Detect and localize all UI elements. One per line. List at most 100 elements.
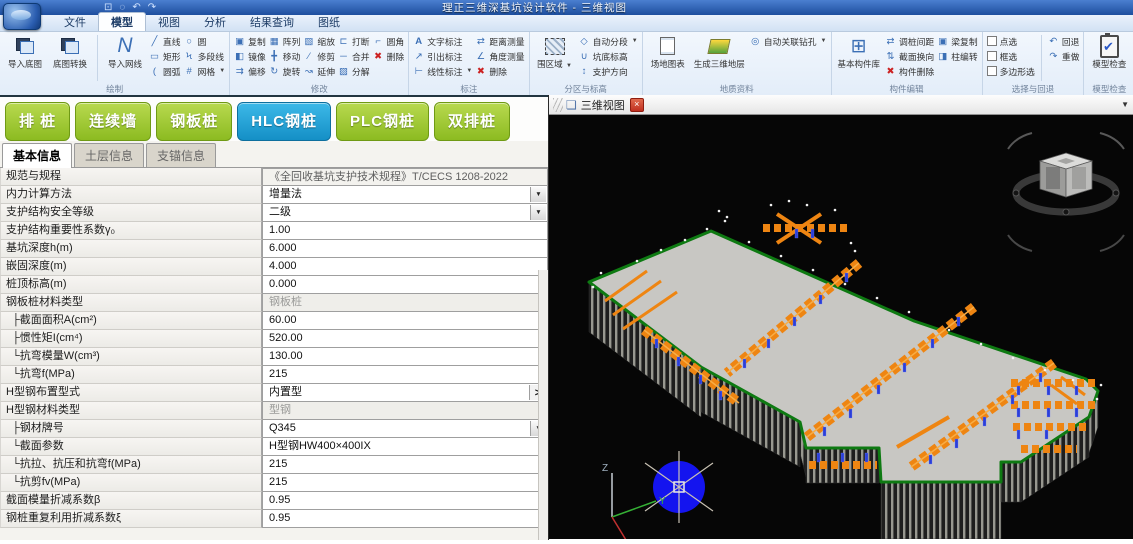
explode-button[interactable]: ▨分解 [338,64,370,78]
app-logo-icon[interactable] [3,3,41,30]
section-area-field[interactable]: 60.00 [262,311,548,330]
calc-method-select[interactable]: 增量法▼ [262,185,548,204]
column-edit-button[interactable]: ◨柱编转 [937,49,977,63]
site-chart-button[interactable]: 场地图表 [647,33,689,71]
auto-segment-button[interactable]: ◇自动分段▼ [579,34,638,48]
array-button[interactable]: ▦阵列 [269,34,301,48]
table-row: ├钢材牌号 Q345▼ [0,420,548,438]
delete-button[interactable]: ✖删除 [373,49,405,63]
annotation-delete-button[interactable]: ✖删除 [475,64,524,78]
origin-marker[interactable] [645,451,713,523]
3d-scene[interactable]: Z Y [549,115,1133,539]
section-reverse-button[interactable]: ⇅截面换向 [885,49,934,63]
tab-hlc-steel-pile[interactable]: HLC钢桩 [237,102,331,141]
auto-link-borehole-icon: ◎ [750,36,761,47]
reuse-reduction-field[interactable]: 0.95 [262,509,548,528]
trim-button[interactable]: ∕修剪 [303,49,335,63]
pit-bottom-elevation-button[interactable]: ∪坑底标高 [579,49,638,63]
menu-view[interactable]: 视图 [146,13,192,31]
redo-icon[interactable]: ↷ [148,2,156,13]
view-doc-icon: ❏ [566,98,577,112]
inertia-moment-field[interactable]: 520.00 [262,329,548,348]
viewport-3d[interactable]: Z Y [549,115,1133,539]
linear-dimension-button[interactable]: ⊢线性标注▼ [413,64,472,78]
polyline-button[interactable]: Ϟ多段线 [184,49,226,63]
menu-file[interactable]: 文件 [52,13,98,31]
pile-spacing-button[interactable]: ⇄调桩间距 [885,34,934,48]
enclose-region-button[interactable]: 围区域 ▼ [534,33,576,71]
line-button[interactable]: ╱直线 [149,34,181,48]
grid-button[interactable]: #网格▼ [184,64,226,78]
break-button[interactable]: ⊏打断 [338,34,370,48]
angle-measure-icon: ∠ [475,51,486,62]
shear-strength-field[interactable]: 215 [262,473,548,492]
import-basemap-button[interactable]: 导入底图 [4,33,46,71]
angle-measure-button[interactable]: ∠角度测量 [475,49,524,63]
bending-strength-field[interactable]: 215 [262,365,548,384]
extend-button[interactable]: ↝延伸 [303,64,335,78]
importance-factor-field[interactable]: 1.00 [262,221,548,240]
member-delete-button[interactable]: ✖构件删除 [885,64,934,78]
tab-sheet-pile[interactable]: 钢板桩 [156,102,232,141]
copy-button[interactable]: ▣复制 [234,34,266,48]
dropdown-arrow-icon[interactable]: ▼ [530,187,546,202]
box-select-checkbox[interactable]: 框选 [987,49,1035,63]
pile-top-elevation-field[interactable]: 0.000 [262,275,548,294]
fillet-button[interactable]: ⌐圆角 [373,34,405,48]
component-library-button[interactable]: ⊞ 基本构件库 [836,33,883,71]
pit-depth-field[interactable]: 6.000 [262,239,548,258]
polygon-select-checkbox[interactable]: 多边形选 [987,64,1035,78]
offset-button[interactable]: ⇉偏移 [234,64,266,78]
auto-link-borehole-button[interactable]: ◎自动关联钻孔▼ [750,34,827,48]
convert-basemap-button[interactable]: 底图转换 [49,33,91,71]
generate-3d-strata-button[interactable]: 生成三维地层 [692,33,747,71]
scale-button[interactable]: ▧缩放 [303,34,335,48]
support-direction-button[interactable]: ↕支护方向 [579,64,638,78]
model-check-button[interactable]: 模型检查 [1088,33,1130,71]
steel-grade-select[interactable]: Q345▼ [262,419,548,438]
fillet-icon: ⌐ [373,36,384,47]
embed-depth-field[interactable]: 4.000 [262,257,548,276]
dropdown-arrow-icon[interactable]: ▼ [530,205,546,220]
view-cube[interactable] [1008,133,1124,251]
tab-diaphragm-wall[interactable]: 连续墙 [75,102,151,141]
modulus-reduction-field[interactable]: 0.95 [262,491,548,510]
tab-row-pile[interactable]: 排 桩 [5,102,70,141]
tab-double-row-pile[interactable]: 双排桩 [434,102,510,141]
beam-copy-button[interactable]: ▣梁复制 [937,34,977,48]
close-icon[interactable]: × [630,98,644,112]
tab-soil-info[interactable]: 土层信息 [74,143,144,167]
tab-anchor-info[interactable]: 支锚信息 [146,143,216,167]
mirror-button[interactable]: ◧镜像 [234,49,266,63]
menu-drawings[interactable]: 图纸 [306,13,352,31]
rectangle-button[interactable]: ▭矩形 [149,49,181,63]
circle-button[interactable]: ○圆 [184,34,226,48]
tensile-strength-field[interactable]: 215 [262,455,548,474]
menu-model[interactable]: 模型 [98,12,146,31]
leader-annotation-button[interactable]: ↗引出标注 [413,49,472,63]
tab-plc-steel-pile[interactable]: PLC钢桩 [336,102,429,141]
move-button[interactable]: ╋移动 [269,49,301,63]
undo-step-button[interactable]: ↶回退 [1048,34,1080,48]
menu-analysis[interactable]: 分析 [192,13,238,31]
section-params-field[interactable]: H型钢HW400×400IX [262,437,548,456]
safety-grade-select[interactable]: 二级▼ [262,203,548,222]
h-steel-layout-field[interactable]: 内置型> [262,383,548,402]
import-basemap-icon [16,34,34,58]
text-annotation-button[interactable]: A文字标注 [413,34,472,48]
rotate-button[interactable]: ↻旋转 [269,64,301,78]
table-scrollbar[interactable] [538,270,548,540]
join-button[interactable]: ─合并 [338,49,370,63]
viewport-tab-label[interactable]: 三维视图 [581,97,625,113]
distance-measure-button[interactable]: ⇄距离测量 [475,34,524,48]
point-select-checkbox[interactable]: 点选 [987,34,1035,48]
menu-results[interactable]: 结果查询 [238,13,306,31]
import-gridline-button[interactable]: N 导入网线 [104,33,146,71]
chevron-down-icon[interactable]: ▼ [1121,100,1129,109]
ribbon-group-annotate: A文字标注 ↗引出标注 ⊢线性标注▼ ⇄距离测量 ∠角度测量 ✖删除 标注 [409,32,529,95]
mirror-icon: ◧ [234,51,245,62]
redo-step-button[interactable]: ↷重做 [1048,49,1080,63]
bending-modulus-field[interactable]: 130.00 [262,347,548,366]
tab-basic-info[interactable]: 基本信息 [2,143,72,168]
arc-button[interactable]: (圆弧 [149,64,181,78]
